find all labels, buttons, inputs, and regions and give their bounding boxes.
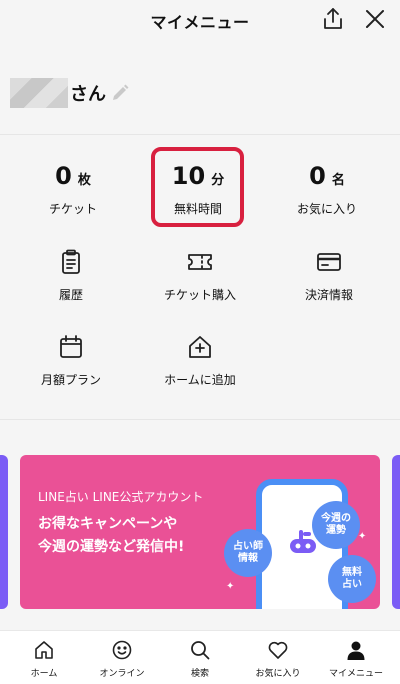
sparkle-icon: ✦ [317, 487, 326, 498]
ticket-unit: 枚 [77, 173, 91, 188]
banner-headline-1: お得なキャンペーンや [38, 516, 178, 532]
ticket-icon [188, 254, 212, 270]
nav-label: ホーム [30, 669, 58, 679]
stat-value: 0枚 [6, 162, 140, 190]
banner-subtitle: LINE占い LINE公式アカウント [38, 490, 204, 504]
menu-section: 0枚 チケット 10 分 無料時間 0名 お気に入り 履歴 チケット購入 決済情… [0, 136, 400, 420]
menu-label: チケット購入 [163, 288, 236, 302]
search-icon [191, 641, 210, 660]
banner-carousel: LINE占い LINE公式アカウント お得なキャンペーンや 今週の運勢など発信中… [0, 421, 400, 629]
menu-label: ホームに追加 [164, 373, 236, 387]
ticket-label: チケット [48, 202, 97, 216]
stat-value: 0名 [260, 162, 394, 190]
smile-icon [112, 640, 132, 660]
sparkle-icon: ✦ [358, 531, 367, 542]
previous-banner-edge[interactable] [0, 455, 8, 609]
nav-my-menu[interactable]: マイメニュー [316, 631, 396, 684]
ticket-count: 0 [55, 162, 72, 190]
menu-item-history[interactable]: 履歴 [4, 248, 138, 318]
menu-label: 決済情報 [304, 288, 353, 302]
nav-home[interactable]: ホーム [4, 631, 84, 684]
menu-item-ticket-purchase[interactable]: チケット購入 [133, 248, 267, 318]
nav-search[interactable]: 検索 [160, 631, 240, 684]
bubble-free-fortune: 無料 占い [328, 555, 376, 603]
pencil-icon[interactable] [110, 83, 130, 103]
clipboard-icon [62, 249, 80, 274]
favorites-unit: 名 [331, 173, 345, 188]
credit-card-icon [317, 253, 341, 271]
banner-headline-2: 今週の運勢など発信中! [38, 539, 185, 555]
menu-item-add-to-home[interactable]: ホームに追加 [133, 333, 267, 403]
blurred-username [10, 78, 68, 108]
share-icon[interactable] [320, 6, 346, 32]
menu-item-monthly-plan[interactable]: 月額プラン [4, 333, 138, 403]
highlight-box [151, 147, 244, 227]
menu-item-payment-info[interactable]: 決済情報 [262, 248, 396, 318]
person-icon [347, 641, 365, 660]
nav-label: マイメニュー [328, 669, 383, 679]
sparkle-icon: ✦ [309, 585, 318, 596]
bubble-fortune-teller-info: 占い師 情報 [224, 529, 272, 577]
heart-icon [268, 641, 288, 659]
close-icon[interactable] [362, 6, 388, 32]
sparkle-icon: ✦ [226, 581, 235, 592]
username-suffix: さん [70, 84, 106, 105]
nav-label: 検索 [190, 669, 209, 679]
menu-label: 履歴 [58, 288, 83, 302]
calendar-icon [60, 335, 82, 358]
header: マイメニュー [0, 0, 400, 40]
home-icon [35, 641, 53, 659]
home-add-icon [189, 336, 211, 358]
bottom-nav: ホーム オンライン 検索 お気に入り マイメニュー [0, 630, 400, 684]
promo-banner[interactable]: LINE占い LINE公式アカウント お得なキャンペーンや 今週の運勢など発信中… [20, 455, 380, 609]
menu-label: 月額プラン [40, 373, 101, 387]
nav-label: オンライン [99, 669, 145, 679]
user-section: さん [0, 40, 400, 135]
next-banner-edge[interactable] [392, 455, 400, 609]
nav-favorites[interactable]: お気に入り [238, 631, 318, 684]
favorites-label: お気に入り [296, 202, 357, 216]
nav-online[interactable]: オンライン [82, 631, 162, 684]
bubble-weekly-fortune: 今週の 運勢 [312, 501, 360, 549]
nav-label: お気に入り [255, 669, 301, 679]
favorites-count: 0 [309, 162, 326, 190]
